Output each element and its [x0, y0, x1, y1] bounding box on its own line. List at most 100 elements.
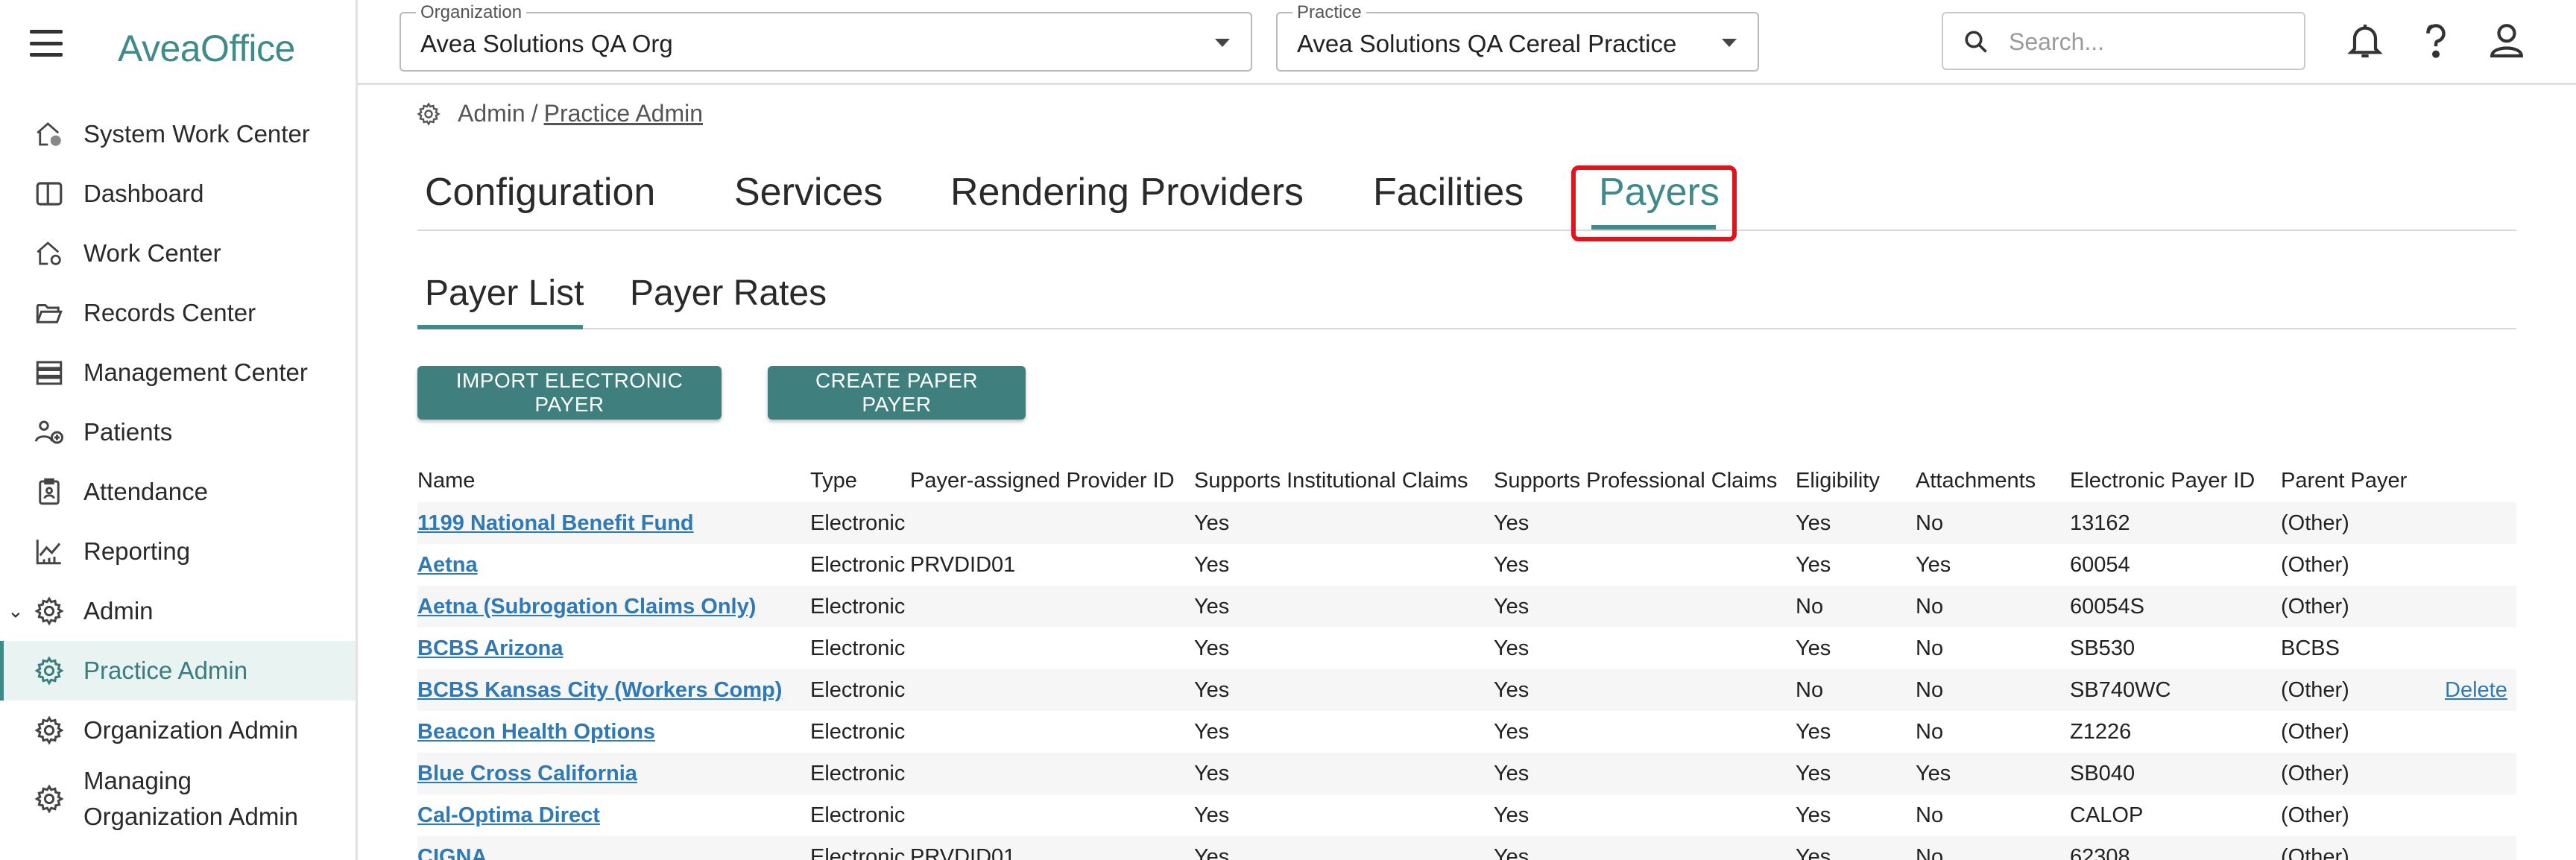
folder-open-icon — [33, 297, 66, 329]
payer-name-link[interactable]: 1199 National Benefit Fund — [417, 511, 694, 535]
create-paper-payer-button[interactable]: CREATE PAPER PAYER — [768, 366, 1026, 420]
professional-cell: Yes — [1494, 761, 1530, 785]
sidebar-item-label: Dashboard — [83, 180, 204, 207]
search-input[interactable] — [2009, 24, 2292, 60]
payer-name-link[interactable]: Aetna — [417, 553, 478, 577]
payer-name-link[interactable]: BCBS Kansas City (Workers Comp) — [417, 678, 782, 702]
gear-icon — [33, 782, 66, 815]
tab-payer-list[interactable]: Payer List — [425, 273, 584, 314]
app-logo: AveaOffice — [118, 28, 295, 69]
payer-name-link[interactable]: Blue Cross California — [417, 762, 637, 785]
sidebar-item-attendance[interactable]: Attendance — [0, 462, 356, 522]
sidebar-item-practice-admin[interactable]: Practice Admin — [0, 641, 356, 701]
patients-icon — [33, 416, 66, 449]
user-profile-icon[interactable] — [2486, 19, 2528, 61]
search-icon — [1965, 31, 1987, 53]
table-row[interactable]: 1199 National Benefit Fund Electronic Ye… — [417, 502, 2516, 544]
table-row[interactable]: Aetna Electronic PRVDID01 Yes Yes Yes Ye… — [417, 544, 2516, 586]
sidebar-item-label: Attendance — [83, 478, 208, 505]
practice-select[interactable]: Practice Avea Solutions QA Cereal Practi… — [1276, 2, 1759, 72]
attachments-cell: No — [1916, 636, 1944, 660]
organization-value: Avea Solutions QA Org — [420, 30, 673, 57]
provider-id-cell — [910, 753, 1194, 794]
delete-link[interactable]: Delete — [2445, 678, 2507, 702]
help-icon[interactable] — [2415, 19, 2457, 61]
professional-cell: Yes — [1494, 636, 1530, 660]
table-row[interactable]: Aetna (Subrogation Claims Only) Electron… — [417, 586, 2516, 627]
sidebar-item-reporting[interactable]: Reporting — [0, 522, 356, 581]
attachments-cell: Yes — [1916, 761, 1951, 785]
payer-name-link[interactable]: BCBS Arizona — [417, 636, 564, 660]
sidebar-item-label: Admin — [83, 597, 154, 625]
chart-icon — [33, 535, 66, 568]
tab-payer-rates[interactable]: Payer Rates — [630, 273, 827, 314]
parent-payer-cell: (Other) — [2281, 552, 2349, 577]
sidebar-item-system-work-center[interactable]: System Work Center — [0, 104, 356, 164]
sidebar-item-admin[interactable]: ⌄ Admin — [0, 581, 356, 641]
column-header[interactable]: Attachments — [1916, 459, 2070, 502]
attachments-cell: No — [1916, 844, 1944, 860]
table-row[interactable]: CIGNA Electronic PRVDID01 Yes Yes Yes No… — [417, 836, 2516, 860]
type-cell: Electronic — [810, 719, 906, 744]
payer-name-link[interactable]: Cal-Optima Direct — [417, 803, 600, 827]
active-subtab-indicator — [417, 325, 583, 329]
sub-tabs: Payer List Payer Rates — [417, 268, 2516, 329]
sidebar-item-records-center[interactable]: Records Center — [0, 283, 356, 343]
tab-rendering-providers[interactable]: Rendering Providers — [950, 170, 1304, 215]
hamburger-menu-icon[interactable] — [30, 30, 63, 57]
institutional-cell: Yes — [1194, 677, 1230, 702]
sidebar-item-management-center[interactable]: Management Center — [0, 343, 356, 402]
column-header[interactable]: Supports Institutional Claims — [1194, 459, 1494, 502]
provider-id-cell — [910, 502, 1194, 544]
payer-name-link[interactable]: Aetna (Subrogation Claims Only) — [417, 595, 756, 619]
eligibility-cell: Yes — [1796, 719, 1831, 744]
table-row[interactable]: Cal-Optima Direct Electronic Yes Yes Yes… — [417, 794, 2516, 836]
sidebar-item-dashboard[interactable]: Dashboard — [0, 164, 356, 224]
chevron-down-icon[interactable]: ⌄ — [7, 600, 24, 623]
column-header[interactable]: Supports Professional Claims — [1494, 459, 1796, 502]
payer-id-cell: 13162 — [2070, 510, 2130, 535]
tab-configuration[interactable]: Configuration — [425, 170, 655, 215]
table-row[interactable]: Beacon Health Options Electronic Yes Yes… — [417, 711, 2516, 753]
table-row[interactable]: Blue Cross California Electronic Yes Yes… — [417, 753, 2516, 794]
server-icon — [33, 356, 66, 389]
column-header[interactable]: Payer-assigned Provider ID — [910, 459, 1194, 502]
type-cell: Electronic — [810, 844, 906, 860]
table-row[interactable]: BCBS Kansas City (Workers Comp) Electron… — [417, 669, 2516, 711]
breadcrumb-current-link[interactable]: Practice Admin — [544, 100, 703, 127]
home-gear-icon — [33, 237, 66, 270]
type-cell: Electronic — [810, 594, 906, 619]
column-header[interactable]: Eligibility — [1796, 459, 1916, 502]
eligibility-cell: Yes — [1796, 510, 1831, 535]
institutional-cell: Yes — [1194, 844, 1230, 860]
parent-payer-cell: (Other) — [2281, 761, 2349, 785]
column-header[interactable]: Type — [810, 459, 910, 502]
organization-select[interactable]: Organization Avea Solutions QA Org — [400, 2, 1252, 72]
type-cell: Electronic — [810, 636, 906, 660]
practice-label: Practice — [1292, 2, 1366, 23]
eligibility-cell: Yes — [1796, 761, 1831, 785]
payer-name-link[interactable]: CIGNA — [417, 845, 487, 860]
gear-icon — [33, 654, 66, 687]
type-cell: Electronic — [810, 761, 906, 785]
column-header[interactable]: Electronic Payer ID — [2070, 459, 2281, 502]
institutional-cell: Yes — [1194, 552, 1230, 577]
type-cell: Electronic — [810, 552, 906, 577]
parent-payer-cell: (Other) — [2281, 594, 2349, 619]
sidebar-item-organization-admin[interactable]: Organization Admin — [0, 701, 356, 760]
tab-services[interactable]: Services — [734, 170, 883, 215]
sidebar-item-patients[interactable]: Patients — [0, 402, 356, 462]
table-row[interactable]: BCBS Arizona Electronic Yes Yes Yes No S… — [417, 627, 2516, 669]
bell-icon[interactable] — [2344, 19, 2386, 61]
column-header[interactable]: Parent Payer — [2281, 459, 2445, 502]
payer-name-link[interactable]: Beacon Health Options — [417, 720, 655, 744]
column-header[interactable]: Name — [417, 459, 810, 502]
professional-cell: Yes — [1494, 719, 1530, 744]
institutional-cell: Yes — [1194, 719, 1230, 744]
payer-id-cell: SB530 — [2070, 636, 2135, 660]
import-electronic-payer-button[interactable]: IMPORT ELECTRONIC PAYER — [417, 366, 722, 420]
sidebar-item-work-center[interactable]: Work Center — [0, 224, 356, 283]
parent-payer-cell: (Other) — [2281, 510, 2349, 535]
sidebar-item-managing-organization-admin[interactable]: Managing Organization Admin — [0, 760, 356, 838]
tab-facilities[interactable]: Facilities — [1373, 170, 1524, 215]
